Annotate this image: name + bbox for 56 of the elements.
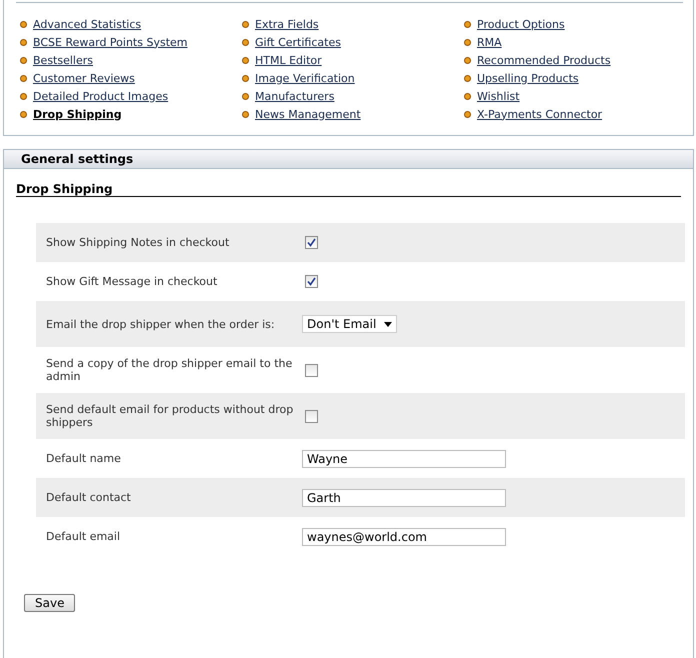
- caret-icon: [384, 322, 392, 326]
- setting-label: Default name: [46, 452, 122, 465]
- text-field[interactable]: waynes@world.com: [302, 528, 506, 546]
- module-link[interactable]: Customer Reviews: [33, 72, 135, 84]
- module-link[interactable]: News Management: [255, 108, 361, 120]
- module-link[interactable]: Product Options: [477, 18, 565, 30]
- bullet-icon: [464, 20, 471, 28]
- module-link[interactable]: Recommended Products: [477, 54, 611, 66]
- module-link[interactable]: Manufacturers: [255, 90, 334, 102]
- setting-label: Send a copy of the drop shipper email to the admin: [46, 357, 294, 383]
- checkbox[interactable]: [305, 364, 318, 376]
- setting-label: Show Gift Message in checkout: [46, 275, 218, 288]
- bullet-icon: [242, 38, 249, 46]
- module-link[interactable]: Extra Fields: [255, 18, 319, 30]
- bullet-icon: [464, 110, 471, 118]
- bullet-icon: [464, 38, 471, 46]
- bullet-icon: [242, 92, 249, 100]
- bullet-icon: [20, 74, 27, 82]
- module-link[interactable]: BCSE Reward Points System: [33, 36, 188, 48]
- module-link[interactable]: HTML Editor: [255, 54, 322, 66]
- text-field[interactable]: Wayne: [302, 450, 506, 468]
- checkbox[interactable]: [305, 236, 318, 249]
- bullet-icon: [464, 74, 471, 82]
- setting-label: Show Shipping Notes in checkout: [46, 236, 230, 249]
- checkbox[interactable]: [305, 410, 318, 422]
- bullet-icon: [20, 110, 27, 118]
- bullet-icon: [242, 56, 249, 64]
- save-button[interactable]: Save: [24, 594, 76, 612]
- bullet-icon: [242, 74, 249, 82]
- setting-label: Default contact: [46, 491, 132, 504]
- module-link[interactable]: RMA: [477, 36, 502, 48]
- text-field[interactable]: Garth: [302, 488, 506, 506]
- module-link[interactable]: Bestsellers: [33, 54, 93, 66]
- module-link[interactable]: Wishlist: [477, 90, 520, 102]
- module-link[interactable]: Drop Shipping: [33, 108, 122, 120]
- module-link[interactable]: Upselling Products: [477, 72, 579, 84]
- bullet-icon: [464, 56, 471, 64]
- setting-label: Send default email for products without drop shippers: [46, 403, 294, 429]
- setting-label: Email the drop shipper when the order is:: [46, 318, 276, 330]
- bullet-icon: [242, 20, 249, 28]
- bullet-icon: [20, 38, 27, 46]
- bullet-icon: [20, 92, 27, 100]
- module-link[interactable]: Image Verification: [255, 72, 355, 84]
- bullet-icon: [20, 56, 27, 64]
- bullet-icon: [464, 92, 471, 100]
- module-link[interactable]: Advanced Statistics: [33, 18, 142, 30]
- bullet-icon: [242, 110, 249, 118]
- panel-header: General settings: [4, 150, 693, 169]
- module-link[interactable]: X-Payments Connector: [477, 108, 602, 120]
- setting-label: Default email: [46, 530, 122, 543]
- module-link[interactable]: Gift Certificates: [255, 36, 341, 48]
- module-link[interactable]: Detailed Product Images: [33, 90, 168, 102]
- email-dropdown[interactable]: Don't Email: [302, 315, 398, 333]
- bullet-icon: [20, 20, 27, 28]
- section-title: Drop Shipping: [16, 182, 113, 196]
- checkbox[interactable]: [305, 275, 318, 288]
